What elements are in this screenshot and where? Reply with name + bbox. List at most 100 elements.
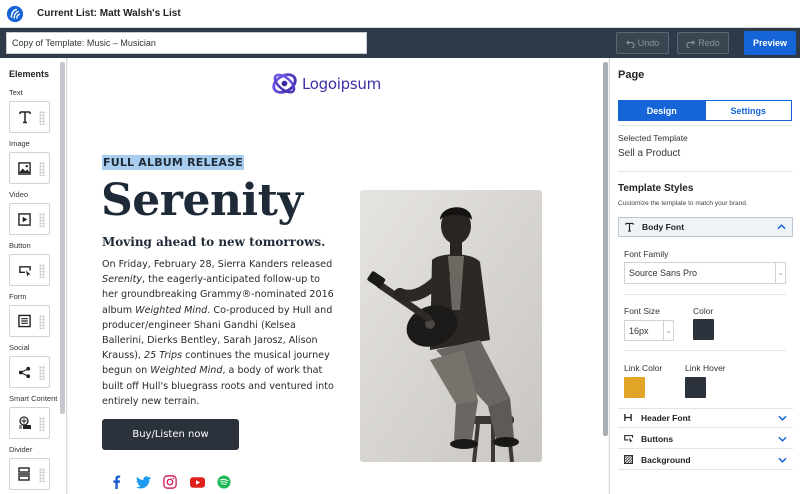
selected-template-label: Selected Template — [618, 133, 688, 143]
link-color-swatch[interactable] — [624, 377, 645, 398]
drag-handle[interactable] — [39, 162, 45, 176]
twitter-icon[interactable] — [135, 474, 151, 490]
template-styles-description: Customize the template to match your bra… — [618, 200, 748, 207]
element-tile-social[interactable] — [9, 356, 50, 388]
element-button[interactable]: Button — [9, 241, 51, 286]
body-text: On Friday, February 28, Sierra Kanders r… — [102, 259, 333, 270]
color-label: Color — [693, 306, 714, 316]
instagram-icon[interactable] — [162, 474, 178, 490]
facebook-icon[interactable] — [108, 474, 124, 490]
element-smart-content[interactable]: Smart Content — [9, 394, 57, 439]
drag-handle[interactable] — [39, 264, 45, 278]
cta-label: Buy/Listen now — [132, 429, 209, 440]
elements-heading: Elements — [9, 69, 50, 79]
body-copy[interactable]: On Friday, February 28, Sierra Kanders r… — [102, 257, 338, 409]
redo-icon — [686, 39, 696, 48]
accordion-label: Body Font — [642, 222, 685, 232]
element-divider[interactable]: Divider — [9, 445, 51, 490]
element-label: Image — [9, 139, 30, 148]
accordion-background[interactable]: Background — [618, 450, 793, 470]
font-family-value: Source Sans Pro — [629, 268, 698, 278]
chevron-up-icon — [777, 224, 786, 230]
drag-handle[interactable] — [39, 366, 45, 380]
divider — [618, 171, 793, 172]
element-label: Social — [9, 343, 30, 352]
smart-content-icon — [19, 416, 31, 429]
divider-icon — [18, 467, 30, 481]
accordion-header-font[interactable]: Header Font — [618, 408, 793, 428]
drag-handle[interactable] — [39, 213, 45, 227]
accordion-label: Buttons — [641, 433, 674, 444]
subheadline[interactable]: Moving ahead to new tomorrows. — [102, 235, 325, 249]
social-links — [108, 474, 232, 490]
undo-button[interactable]: Undo — [616, 32, 669, 54]
font-size-select[interactable]: 16px ⌄ — [624, 320, 674, 341]
element-tile-smart-content[interactable] — [9, 407, 50, 439]
accordion-buttons[interactable]: Buttons — [618, 429, 793, 449]
font-size-value: 16px — [629, 325, 649, 336]
accordion-body-font[interactable]: Body Font — [618, 217, 793, 237]
element-tile-button[interactable] — [9, 254, 50, 286]
template-styles-heading: Template Styles — [618, 183, 694, 194]
element-image[interactable]: Image — [9, 139, 51, 184]
body-emphasis: 25 Trips — [144, 350, 183, 362]
drag-handle[interactable] — [39, 111, 45, 125]
drag-handle[interactable] — [39, 315, 45, 329]
editor-toolbar: Undo Redo Preview — [0, 28, 800, 58]
divider — [624, 350, 786, 351]
link-color-label: Link Color — [624, 363, 663, 373]
brand-logo[interactable]: Logoipsum — [271, 70, 381, 97]
redo-button[interactable]: Redo — [677, 32, 729, 54]
design-settings-toggle: Design Settings — [618, 100, 792, 121]
preview-label: Preview — [752, 38, 788, 48]
element-tile-video[interactable] — [9, 203, 50, 235]
headline[interactable]: Serenity — [101, 175, 303, 226]
body-emphasis: Serenity — [102, 274, 143, 286]
element-tile-image[interactable] — [9, 152, 50, 184]
text-icon — [19, 111, 31, 124]
drag-handle[interactable] — [39, 468, 45, 482]
undo-label: Undo — [637, 38, 660, 48]
drag-handle[interactable] — [39, 417, 45, 431]
youtube-icon[interactable] — [189, 474, 205, 490]
elements-panel: Elements Text Image Video Button Form So… — [0, 58, 67, 494]
text-color-swatch[interactable] — [693, 319, 714, 340]
current-list-title: Current List: Matt Walsh's List — [37, 8, 181, 19]
preview-button[interactable]: Preview — [744, 31, 796, 55]
element-social[interactable]: Social — [9, 343, 51, 388]
element-tile-text[interactable] — [9, 101, 50, 133]
eyebrow-text[interactable]: FULL ALBUM RELEASE — [102, 155, 244, 170]
element-label: Form — [9, 292, 27, 301]
spotify-icon[interactable] — [216, 474, 232, 490]
font-family-label: Font Family — [624, 249, 669, 259]
form-icon — [18, 314, 31, 328]
element-label: Video — [9, 190, 29, 199]
elements-scrollbar[interactable] — [60, 62, 65, 414]
artist-photo[interactable] — [360, 190, 542, 462]
template-name-input[interactable] — [6, 32, 367, 54]
element-form[interactable]: Form — [9, 292, 51, 337]
element-video[interactable]: Video — [9, 190, 51, 235]
email-canvas[interactable]: Logoipsum FULL ALBUM RELEASE Serenity Mo… — [68, 58, 608, 494]
divider — [624, 294, 786, 295]
link-hover-label: Link Hover — [685, 363, 726, 373]
tab-settings[interactable]: Settings — [705, 100, 792, 121]
undo-icon — [625, 39, 635, 48]
settings-panel: Page Design Settings Selected Template S… — [609, 58, 800, 494]
accordion-label: Header Font — [641, 412, 691, 423]
link-hover-swatch[interactable] — [685, 377, 706, 398]
element-tile-form[interactable] — [9, 305, 50, 337]
chevron-down-icon — [778, 436, 787, 442]
element-label: Text — [9, 88, 23, 97]
button-icon — [19, 265, 31, 277]
canvas-scrollbar[interactable] — [603, 62, 608, 436]
share-icon — [18, 366, 31, 378]
element-tile-divider[interactable] — [9, 458, 50, 490]
chevron-down-icon — [778, 415, 787, 421]
element-text[interactable]: Text — [9, 88, 51, 133]
accordion-label: Background — [641, 454, 691, 465]
font-family-select[interactable]: Source Sans Pro ⌄ — [624, 262, 786, 284]
tab-design[interactable]: Design — [618, 100, 706, 121]
buy-listen-button[interactable]: Buy/Listen now — [102, 419, 239, 450]
app-logo-icon[interactable] — [6, 5, 24, 23]
